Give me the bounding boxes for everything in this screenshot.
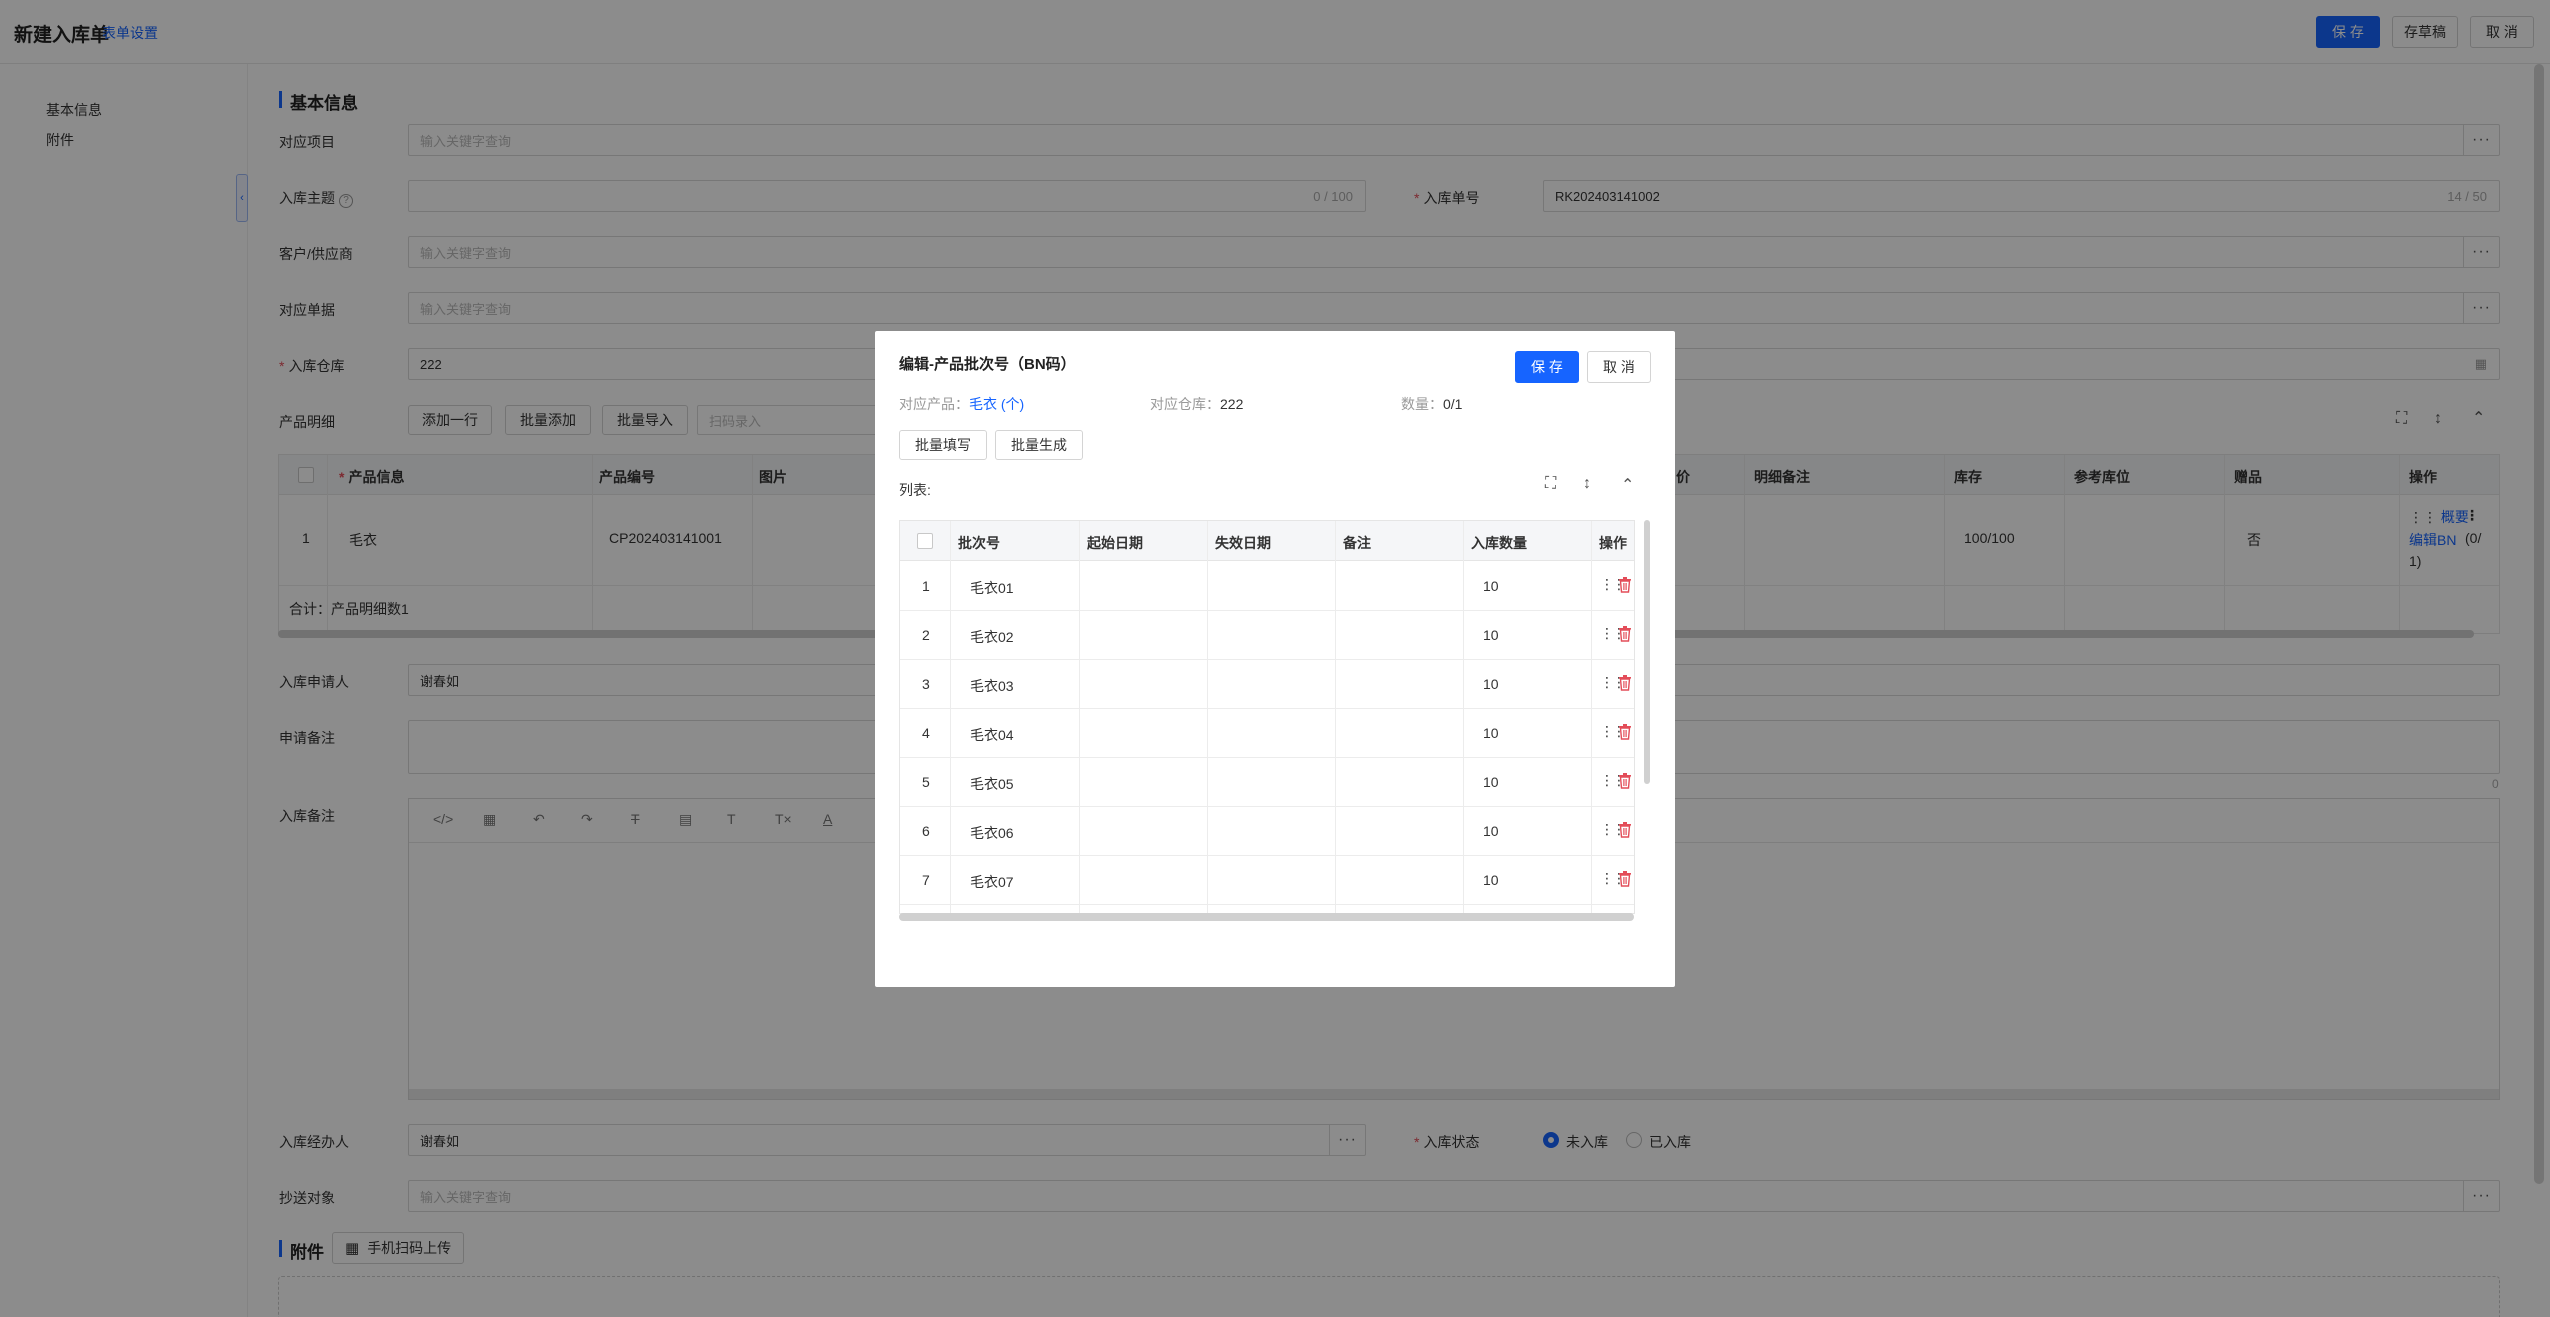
batch-fill-button[interactable]: 批量填写 — [899, 430, 987, 460]
modal-product-meta: 对应产品：毛衣 (个) — [899, 396, 1025, 412]
row-index: 1 — [922, 578, 930, 594]
batch-generate-button[interactable]: 批量生成 — [995, 430, 1083, 460]
modal-save-button[interactable]: 保 存 — [1515, 351, 1579, 383]
fullscreen-icon[interactable]: ⛶ — [1545, 475, 1556, 493]
edit-batch-modal: 编辑-产品批次号（BN码） 保 存 取 消 对应产品：毛衣 (个) 对应仓库：2… — [875, 331, 1675, 987]
row-qty[interactable]: 10 — [1483, 774, 1499, 790]
select-all-checkbox[interactable] — [917, 533, 933, 549]
row-batch-no[interactable]: 毛衣01 — [970, 578, 1014, 598]
row-index: 2 — [922, 627, 930, 643]
delete-icon[interactable] — [1618, 723, 1632, 741]
row-batch-no[interactable]: 毛衣07 — [970, 872, 1014, 892]
header-action: 操作 — [1599, 535, 1627, 551]
batch-table-vscrollbar[interactable] — [1644, 520, 1650, 784]
modal-title: 编辑-产品批次号（BN码） — [899, 356, 1076, 373]
table-row: 6 毛衣06 10 ⋮⋮ — [900, 807, 1634, 856]
table-row: 4 毛衣04 10 ⋮⋮ — [900, 709, 1634, 758]
row-qty[interactable]: 10 — [1483, 823, 1499, 839]
modal-qty-meta: 数量：0/1 — [1401, 396, 1463, 412]
modal-cancel-button[interactable]: 取 消 — [1587, 351, 1651, 383]
delete-icon[interactable] — [1618, 674, 1632, 692]
row-batch-no[interactable]: 毛衣04 — [970, 725, 1014, 745]
delete-icon[interactable] — [1618, 870, 1632, 888]
row-index: 4 — [922, 725, 930, 741]
row-qty[interactable]: 10 — [1483, 578, 1499, 594]
header-batch-no: 批次号 — [958, 535, 1000, 551]
row-index: 5 — [922, 774, 930, 790]
delete-icon[interactable] — [1618, 576, 1632, 594]
row-index: 7 — [922, 872, 930, 888]
table-row: 3 毛衣03 10 ⋮⋮ — [900, 660, 1634, 709]
modal-product-link[interactable]: 毛衣 (个) — [969, 396, 1024, 412]
row-qty[interactable]: 10 — [1483, 872, 1499, 888]
row-qty[interactable]: 10 — [1483, 725, 1499, 741]
header-expire-date: 失效日期 — [1215, 535, 1271, 551]
header-start-date: 起始日期 — [1087, 535, 1143, 551]
table-row: 2 毛衣02 10 ⋮⋮ — [900, 611, 1634, 660]
modal-warehouse-meta: 对应仓库：222 — [1150, 396, 1244, 412]
batch-table-hscrollbar[interactable] — [899, 913, 1634, 921]
row-qty[interactable]: 10 — [1483, 676, 1499, 692]
delete-icon[interactable] — [1618, 625, 1632, 643]
table-row: 5 毛衣05 10 ⋮⋮ — [900, 758, 1634, 807]
table-row: 1 毛衣01 10 ⋮⋮ — [900, 562, 1634, 611]
row-qty[interactable]: 10 — [1483, 627, 1499, 643]
row-batch-no[interactable]: 毛衣05 — [970, 774, 1014, 794]
header-note: 备注 — [1343, 535, 1371, 551]
batch-table: 批次号 起始日期 失效日期 备注 入库数量 操作 1 毛衣01 10 ⋮⋮ 2 毛衣02 1… — [899, 520, 1635, 914]
row-index: 6 — [922, 823, 930, 839]
table-row: 7 毛衣07 10 ⋮⋮ — [900, 856, 1634, 905]
header-qty: 入库数量 — [1471, 535, 1527, 551]
row-index: 3 — [922, 676, 930, 692]
collapse-icon[interactable]: ⌃ — [1621, 475, 1634, 495]
row-batch-no[interactable]: 毛衣03 — [970, 676, 1014, 696]
row-batch-no[interactable]: 毛衣06 — [970, 823, 1014, 843]
list-label: 列表: — [899, 482, 931, 498]
delete-icon[interactable] — [1618, 821, 1632, 839]
delete-icon[interactable] — [1618, 772, 1632, 790]
row-batch-no[interactable]: 毛衣02 — [970, 627, 1014, 647]
row-height-icon[interactable]: ↕ — [1583, 475, 1591, 493]
